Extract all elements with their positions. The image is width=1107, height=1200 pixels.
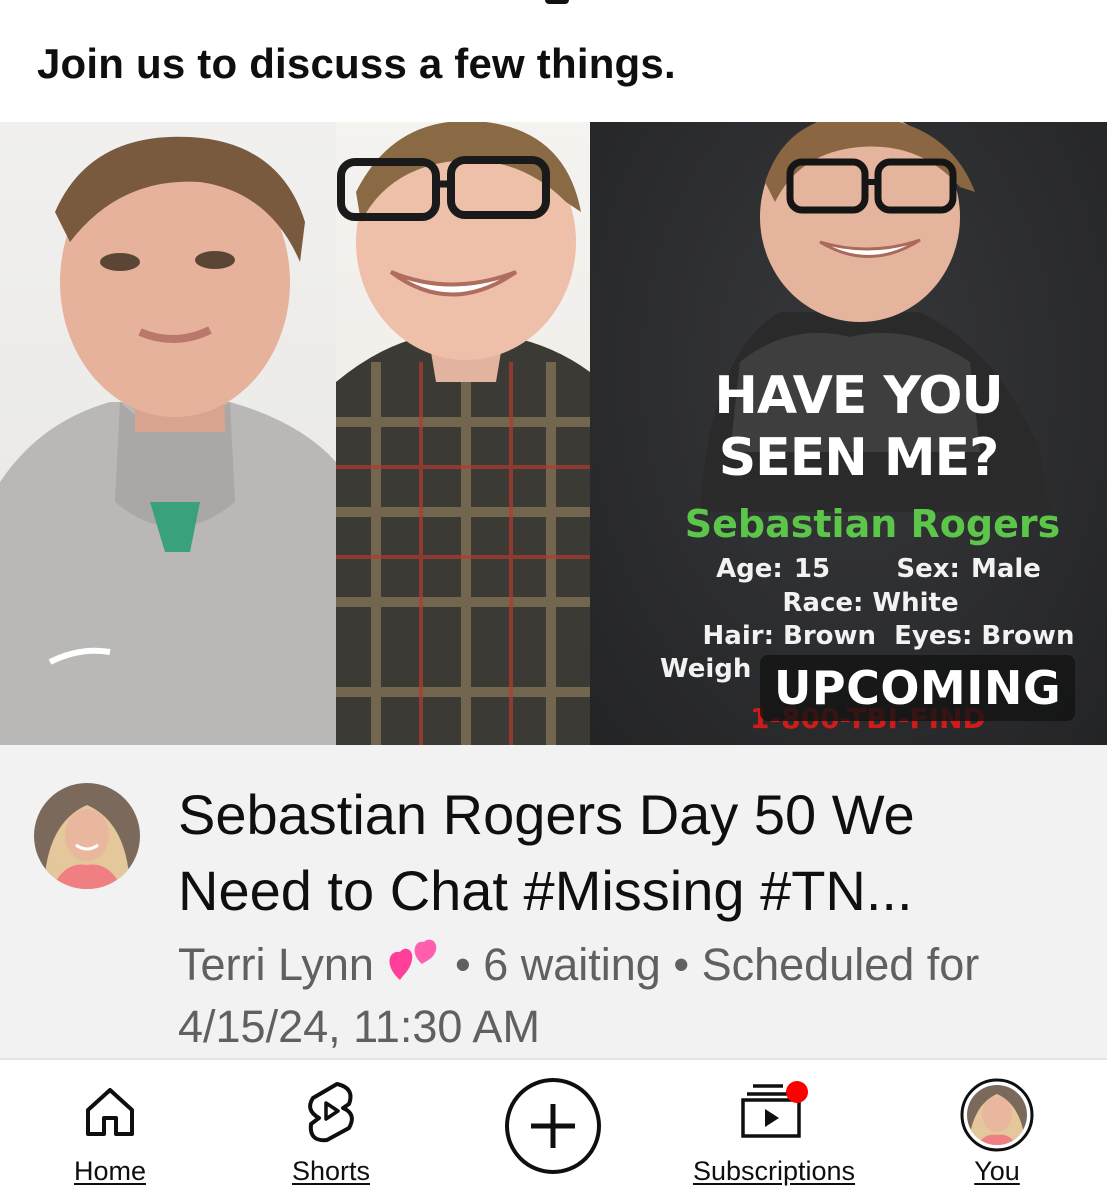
channel-name[interactable]: Terri Lynn xyxy=(178,939,374,990)
cropped-text-fragment xyxy=(545,0,569,4)
post-text: Join us to discuss a few things. xyxy=(37,40,676,87)
video-title[interactable]: Sebastian Rogers Day 50 We Need to Chat … xyxy=(178,777,1058,929)
nav-create[interactable] xyxy=(503,1060,603,1200)
home-icon xyxy=(86,1088,134,1136)
poster-name: Sebastian Rogers xyxy=(684,502,1061,546)
video-thumbnail[interactable]: HAVE YOU SEEN ME? Sebastian Rogers Age: … xyxy=(0,122,1107,745)
subscriptions-icon xyxy=(741,1081,808,1138)
profile-avatar xyxy=(960,1078,1034,1152)
nav-shorts[interactable]: Shorts xyxy=(271,1060,391,1200)
poster-race: Race: White xyxy=(782,588,959,618)
bottom-nav: Home Shorts Subscriptions You xyxy=(0,1060,1107,1200)
nav-subscriptions[interactable]: Subscriptions xyxy=(676,1060,872,1200)
nav-subscriptions-label: Subscriptions xyxy=(692,1156,856,1186)
poster-weight-height: Weigh xyxy=(660,654,752,684)
shorts-icon xyxy=(308,1082,354,1143)
video-info[interactable]: Sebastian Rogers Day 50 We Need to Chat … xyxy=(0,745,1107,1058)
missing-poster: HAVE YOU SEEN ME? Sebastian Rogers Age: … xyxy=(590,122,1107,745)
poster-hair-eyes: Hair: Brown Eyes: Brown xyxy=(702,621,1075,651)
thumbnail-photo-left xyxy=(0,122,336,745)
upcoming-badge: UPCOMING xyxy=(760,655,1076,721)
poster-headline: HAVE YOU SEEN ME? xyxy=(714,366,1003,488)
nav-home[interactable]: Home xyxy=(50,1060,170,1200)
video-meta: Terri Lynn • 6 waiting • Scheduled for 4… xyxy=(178,937,1058,1055)
channel-avatar[interactable] xyxy=(34,783,140,889)
two-hearts-icon xyxy=(386,938,442,999)
post-header: Join us to discuss a few things. xyxy=(0,0,1107,122)
waiting-count: • 6 waiting xyxy=(454,939,661,990)
thumbnail-photo-middle xyxy=(336,122,590,745)
nav-shorts-label: Shorts xyxy=(291,1156,371,1186)
poster-age-sex: Age: 15 Sex: Male xyxy=(716,554,1041,584)
nav-you-label: You xyxy=(974,1156,1020,1186)
nav-you[interactable]: You xyxy=(947,1060,1047,1200)
notification-dot xyxy=(786,1081,808,1103)
nav-home-label: Home xyxy=(73,1156,147,1186)
create-plus-icon xyxy=(505,1078,601,1174)
